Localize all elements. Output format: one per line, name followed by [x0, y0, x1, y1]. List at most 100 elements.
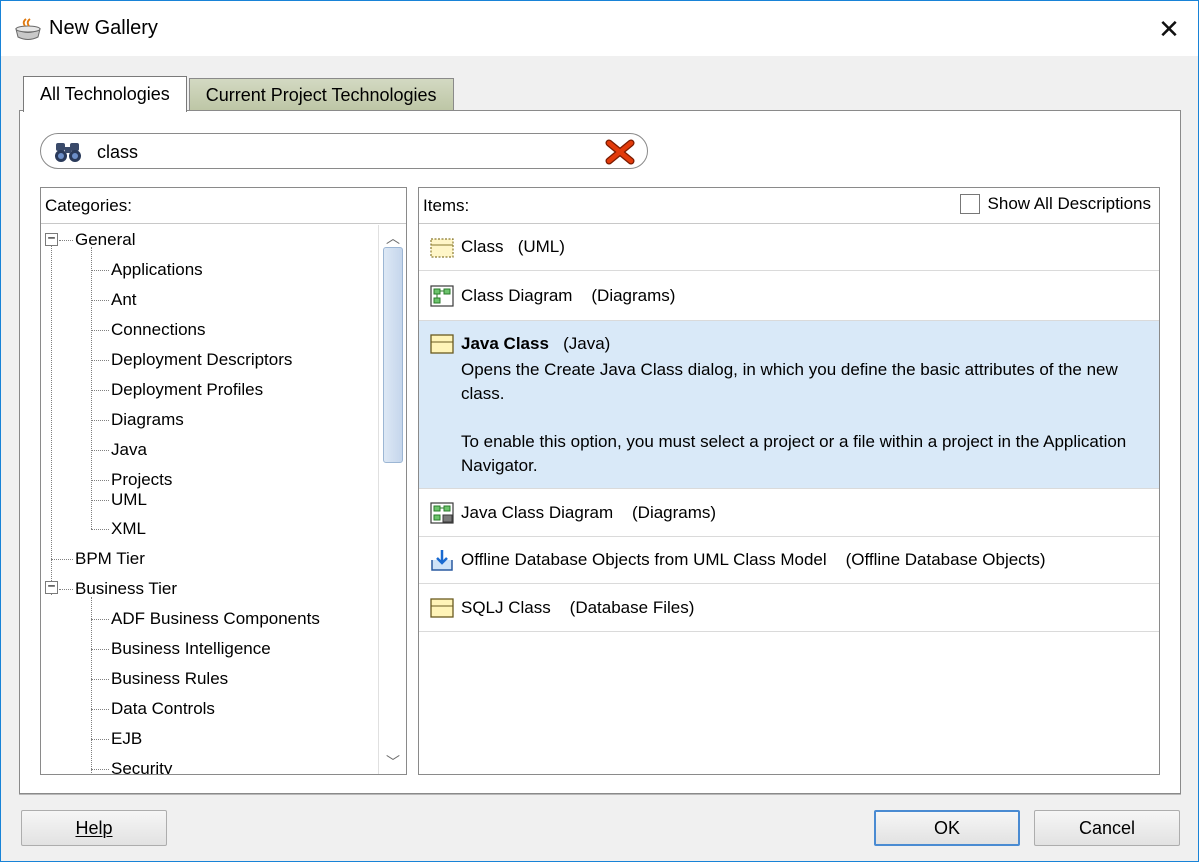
title-bar: New Gallery ✕	[0, 0, 1199, 56]
help-button-label: Help	[75, 817, 113, 838]
item-name: Class Diagram	[461, 286, 573, 305]
show-all-descriptions-label: Show All Descriptions	[987, 194, 1151, 213]
tree-guide-line	[59, 589, 73, 590]
tree-guide-line	[91, 649, 109, 650]
tree-guide-line	[51, 239, 52, 595]
item-description: Opens the Create Java Class dialog, in w…	[461, 360, 1118, 403]
item-description-note: To enable this option, you must select a…	[461, 432, 1127, 475]
scroll-down-icon[interactable]: ﹀	[379, 749, 406, 774]
tree-item-connections[interactable]: Connections	[111, 315, 206, 345]
uml-class-icon	[430, 238, 454, 258]
tree-guide-line	[91, 450, 109, 451]
tree-item-diagrams[interactable]: Diagrams	[111, 405, 184, 435]
tree-guide-line	[91, 330, 109, 331]
tree-item-uml[interactable]: UML	[111, 485, 147, 515]
tree-guide-line	[91, 679, 109, 680]
list-item-java-class-diagram[interactable]: Java Class Diagram (Diagrams)	[419, 489, 1159, 537]
items-header: Items: Show All Descriptions	[419, 188, 1159, 224]
clear-search-icon[interactable]	[605, 138, 635, 166]
help-button[interactable]: Help	[21, 810, 167, 846]
item-title: Offline Database Objects from UML Class …	[461, 550, 1046, 570]
dialog-body: All Technologies Current Project Technol…	[0, 56, 1199, 862]
tree-item-adf-business-components[interactable]: ADF Business Components	[111, 604, 320, 634]
item-category: (Offline Database Objects)	[845, 550, 1046, 569]
list-item-sqlj-class[interactable]: SQLJ Class (Database Files)	[419, 584, 1159, 632]
window-title: New Gallery	[49, 17, 158, 39]
tree-guide-line	[91, 300, 109, 301]
item-name: Class	[461, 237, 504, 256]
tree-guide-line	[59, 240, 73, 241]
search-input[interactable]	[97, 139, 577, 165]
tree-guide-line	[91, 619, 109, 620]
checkbox-box[interactable]	[959, 194, 980, 214]
tree-item-java[interactable]: Java	[111, 435, 147, 465]
tree-guide-line	[91, 500, 109, 501]
collapse-business-tier-icon[interactable]: −	[45, 580, 58, 594]
item-category: (Diagrams)	[632, 503, 717, 522]
tree-guide-line	[91, 480, 109, 481]
offline-db-icon	[431, 550, 453, 571]
show-all-descriptions-checkbox[interactable]: Show All Descriptions	[959, 194, 1151, 214]
tree-item-ejb[interactable]: EJB	[111, 724, 142, 754]
categories-tree: − General Applications Ant Connections D…	[41, 225, 379, 774]
categories-scrollbar[interactable]: ︿ ﹀	[378, 225, 406, 774]
java-class-icon	[430, 334, 454, 354]
item-category: (Java)	[563, 334, 611, 353]
tree-guide-line	[51, 559, 73, 560]
ok-button-label: OK	[933, 817, 960, 838]
sqlj-class-icon	[430, 598, 454, 618]
collapse-general-icon[interactable]: −	[45, 232, 58, 246]
tree-item-applications[interactable]: Applications	[111, 255, 203, 285]
scrollbar-thumb[interactable]	[383, 247, 403, 463]
tree-item-business-rules[interactable]: Business Rules	[111, 664, 228, 694]
list-item-java-class[interactable]: Java Class (Java) Opens the Create Java …	[419, 321, 1159, 489]
tree-guide-line	[91, 270, 109, 271]
close-button[interactable]: ✕	[1140, 1, 1198, 57]
tree-item-general[interactable]: General	[75, 225, 135, 255]
tree-guide-line	[91, 390, 109, 391]
item-category: (UML)	[517, 237, 565, 256]
list-item-class-diagram[interactable]: Class Diagram (Diagrams)	[419, 271, 1159, 321]
tab-current-project-technologies[interactable]: Current Project Technologies	[188, 78, 454, 112]
tree-guide-line	[91, 247, 92, 529]
tab-strip: All Technologies Current Project Technol…	[23, 76, 454, 112]
tree-guide-line	[91, 709, 109, 710]
ok-button[interactable]: OK	[874, 810, 1020, 846]
item-title: Java Class (Java)	[461, 334, 610, 354]
item-category: (Database Files)	[569, 598, 695, 617]
list-item-offline-database-objects[interactable]: Offline Database Objects from UML Class …	[419, 537, 1159, 584]
list-item-class-uml[interactable]: Class (UML)	[419, 225, 1159, 271]
item-name: Offline Database Objects from UML Class …	[461, 550, 827, 569]
tree-item-xml[interactable]: XML	[111, 514, 146, 544]
tree-item-bpm-tier[interactable]: BPM Tier	[75, 544, 145, 574]
item-title: Class Diagram (Diagrams)	[461, 286, 675, 306]
item-category: (Diagrams)	[591, 286, 676, 305]
tree-item-deployment-profiles[interactable]: Deployment Profiles	[111, 375, 263, 405]
tree-item-data-controls[interactable]: Data Controls	[111, 694, 215, 724]
cancel-button[interactable]: Cancel	[1034, 810, 1180, 846]
tree-guide-line	[91, 420, 109, 421]
class-diagram-icon	[430, 285, 454, 307]
item-name: Java Class Diagram	[461, 503, 614, 522]
search-box	[40, 133, 648, 169]
java-class-diagram-icon	[430, 502, 454, 524]
item-name: SQLJ Class	[461, 598, 551, 617]
tree-guide-line	[91, 597, 92, 774]
tab-all-technologies[interactable]: All Technologies	[23, 76, 187, 112]
tree-guide-line	[91, 360, 109, 361]
tree-item-ant[interactable]: Ant	[111, 285, 137, 315]
item-title: Java Class Diagram (Diagrams)	[461, 503, 716, 523]
binoculars-icon	[55, 143, 81, 162]
item-title: SQLJ Class (Database Files)	[461, 598, 694, 618]
tree-item-business-intelligence[interactable]: Business Intelligence	[111, 634, 271, 664]
tree-guide-line	[91, 769, 109, 770]
categories-header: Categories:	[41, 188, 406, 224]
item-title: Class (UML)	[461, 237, 565, 257]
tree-guide-line	[91, 739, 109, 740]
tree-guide-line	[91, 529, 109, 530]
jdeveloper-cup-icon	[15, 18, 41, 40]
cancel-button-label: Cancel	[1078, 817, 1136, 838]
tree-item-security[interactable]: Security	[111, 754, 172, 774]
close-icon: ✕	[1158, 13, 1180, 44]
tree-item-deployment-descriptors[interactable]: Deployment Descriptors	[111, 345, 292, 375]
